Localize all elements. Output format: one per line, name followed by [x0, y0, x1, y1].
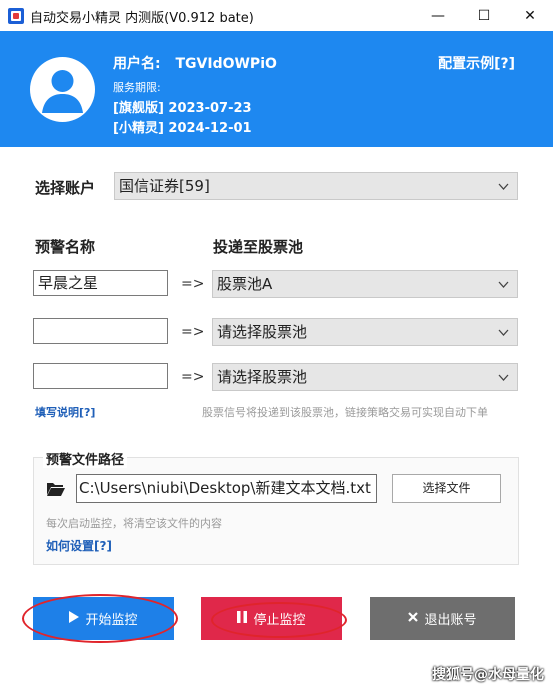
minimize-button[interactable]: —	[415, 0, 461, 31]
config-example-link[interactable]: 配置示例[?]	[438, 53, 515, 73]
alert-name-input-3[interactable]	[33, 363, 168, 389]
logout-label: 退出账号	[424, 613, 477, 628]
pool-select-1[interactable]: 股票池A	[212, 270, 518, 298]
account-label: 选择账户	[35, 179, 96, 197]
pool-select-2[interactable]: 请选择股票池	[212, 318, 518, 346]
watermark: 搜狐号@水母量化	[432, 667, 544, 683]
chevron-down-icon	[498, 364, 509, 401]
pool-select-1-value: 股票池A	[217, 275, 273, 293]
logout-button[interactable]: 退出账号	[370, 597, 515, 640]
sprite-expiry: [小精灵] 2024-12-01	[113, 121, 252, 136]
chevron-down-icon	[498, 173, 509, 210]
flagship-expiry: [旗舰版] 2023-07-23	[113, 101, 252, 116]
chevron-down-icon	[498, 271, 509, 308]
fill-help-link[interactable]: 填写说明[?]	[35, 404, 95, 420]
start-highlight-ring	[22, 594, 178, 643]
username-prefix: 用户名:	[113, 56, 161, 72]
pool-header: 投递至股票池	[213, 238, 304, 256]
username-line: 用户名: TGVIdOWPiO	[113, 53, 277, 73]
pool-select-2-value: 请选择股票池	[217, 323, 308, 341]
close-button[interactable]: ✕	[507, 0, 553, 31]
pool-select-3-value: 请选择股票池	[217, 368, 308, 386]
title-bar: 自动交易小精灵 内测版(V0.912 bate) — ☐ ✕	[0, 0, 553, 31]
account-selected-value: 国信证券[59]	[119, 177, 210, 195]
file-path-group-title: 预警文件路径	[43, 449, 128, 468]
user-avatar-icon	[30, 57, 95, 122]
howto-setup-link[interactable]: 如何设置[?]	[46, 537, 112, 554]
folder-icon	[46, 481, 66, 501]
arrow-1: =>	[181, 276, 205, 292]
x-icon	[408, 611, 419, 626]
file-path-input[interactable]: C:\Users\niubi\Desktop\新建文本文档.txt	[76, 474, 377, 503]
file-note-text: 每次启动监控，将清空该文件的内容	[46, 517, 222, 530]
app-icon	[8, 8, 24, 24]
alert-name-input-2[interactable]	[33, 318, 168, 344]
alert-name-header: 预警名称	[35, 238, 96, 256]
service-period-label: 服务期限:	[113, 81, 161, 94]
arrow-3: =>	[181, 369, 205, 385]
choose-file-button[interactable]: 选择文件	[392, 474, 501, 503]
chevron-down-icon	[498, 319, 509, 356]
user-header: 用户名: TGVIdOWPiO 服务期限: [旗舰版] 2023-07-23 […	[0, 31, 553, 147]
username-value: TGVIdOWPiO	[175, 56, 277, 72]
pool-select-3[interactable]: 请选择股票池	[212, 363, 518, 391]
maximize-button[interactable]: ☐	[461, 0, 507, 31]
window-title: 自动交易小精灵 内测版(V0.912 bate)	[30, 11, 254, 26]
pool-hint-text: 股票信号将投递到该股票池，链接策略交易可实现自动下单	[202, 406, 488, 419]
alert-name-input-1[interactable]: 早晨之星	[33, 270, 168, 296]
account-select[interactable]: 国信证券[59]	[114, 172, 518, 200]
stop-highlight-ring	[211, 602, 347, 638]
arrow-2: =>	[181, 324, 205, 340]
